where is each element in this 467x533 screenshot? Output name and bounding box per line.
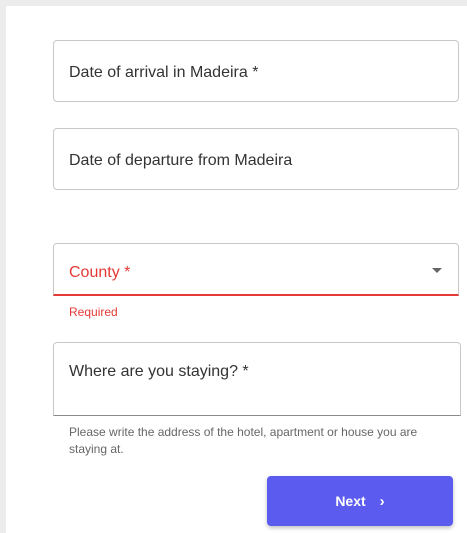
county-label: County *: [69, 264, 131, 281]
chevron-right-icon: ›: [379, 492, 385, 510]
dropdown-arrow-icon[interactable]: [432, 268, 442, 273]
county-select[interactable]: County *: [53, 243, 459, 296]
staying-helper-text: Please write the address of the hotel, a…: [69, 425, 418, 456]
next-button-label: Next: [335, 493, 366, 509]
departure-date-label: Date of departure from Madeira: [69, 152, 293, 169]
form-panel: Date of arrival in Madeira * Date of dep…: [6, 6, 467, 533]
arrival-date-label: Date of arrival in Madeira *: [69, 64, 259, 81]
staying-address-label: Where are you staying? *: [69, 363, 249, 380]
county-error-text: Required: [69, 305, 118, 319]
arrival-date-field[interactable]: Date of arrival in Madeira *: [53, 40, 459, 102]
departure-date-field[interactable]: Date of departure from Madeira: [53, 128, 459, 190]
staying-address-field[interactable]: Where are you staying? *: [53, 342, 461, 416]
next-button[interactable]: Next ›: [267, 476, 453, 526]
